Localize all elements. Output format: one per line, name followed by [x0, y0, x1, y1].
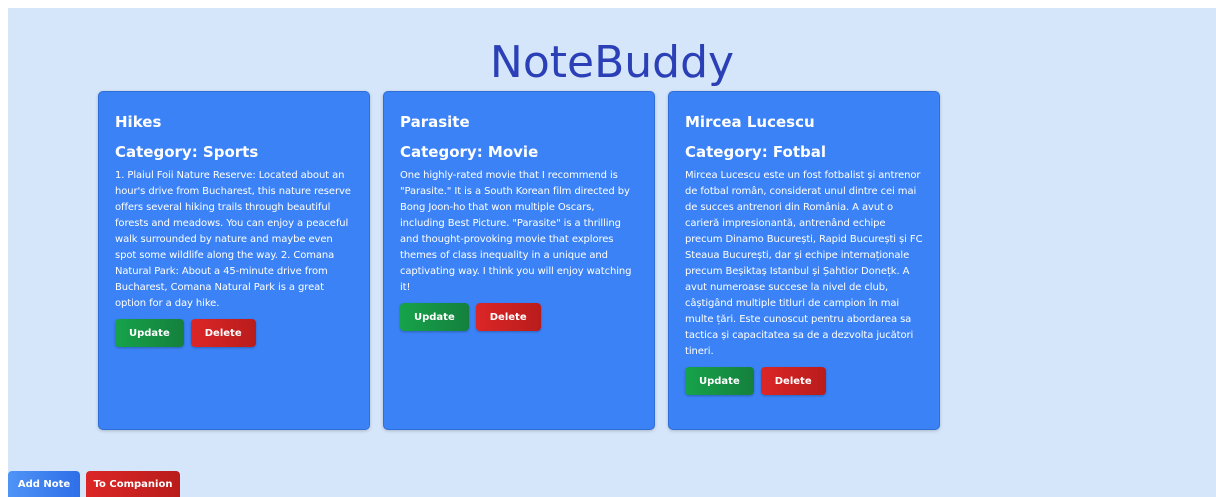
- note-card-mircea-lucescu: Mircea Lucescu Category: Fotbal Mircea L…: [668, 91, 940, 430]
- note-content: 1. Plaiul Foii Nature Reserve: Located a…: [115, 170, 351, 309]
- update-button[interactable]: Update: [685, 367, 754, 395]
- note-content: Mircea Lucescu este un fost fotbalist și…: [685, 170, 923, 357]
- delete-button[interactable]: Delete: [190, 319, 256, 347]
- to-companion-button[interactable]: To Companion: [86, 471, 180, 497]
- update-button[interactable]: Update: [400, 303, 469, 331]
- note-title: Mircea Lucescu: [685, 113, 815, 131]
- add-note-button[interactable]: Add Note: [8, 471, 80, 497]
- delete-button[interactable]: Delete: [760, 367, 826, 395]
- note-category: Category: Sports: [115, 143, 259, 161]
- delete-button[interactable]: Delete: [475, 303, 541, 331]
- note-actions: Update Delete: [400, 303, 638, 331]
- note-category: Category: Fotbal: [685, 143, 827, 161]
- update-button[interactable]: Update: [115, 319, 184, 347]
- note-actions: Update Delete: [685, 367, 923, 395]
- app-container: NoteBuddy Hikes Category: Sports 1. Plai…: [8, 8, 1216, 497]
- note-content: One highly-rated movie that I recommend …: [400, 170, 632, 293]
- page-title: NoteBuddy: [489, 37, 735, 88]
- note-title: Parasite: [400, 113, 470, 131]
- note-actions: Update Delete: [115, 319, 353, 347]
- note-card-hikes: Hikes Category: Sports 1. Plaiul Foii Na…: [98, 91, 370, 430]
- note-category: Category: Movie: [400, 143, 539, 161]
- note-title: Hikes: [115, 113, 162, 131]
- note-card-parasite: Parasite Category: Movie One highly-rate…: [383, 91, 655, 430]
